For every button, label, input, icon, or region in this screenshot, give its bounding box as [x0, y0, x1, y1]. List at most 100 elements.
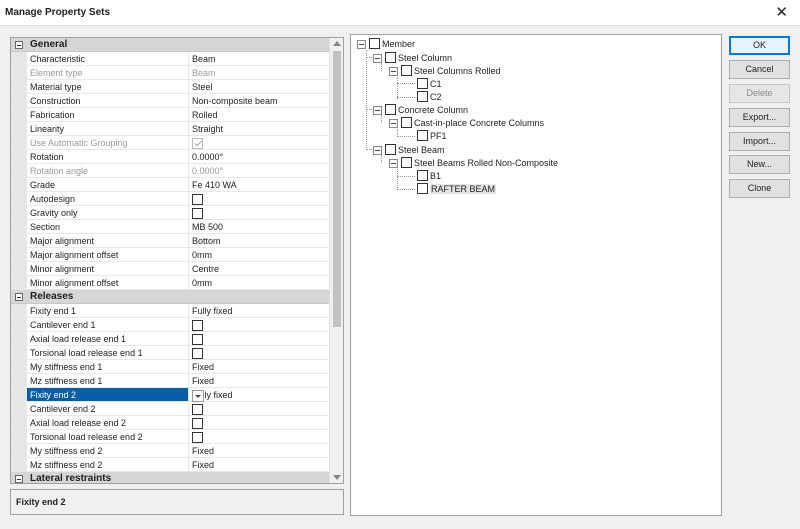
property-value[interactable] — [188, 332, 331, 345]
collapse-icon[interactable] — [15, 293, 23, 301]
scroll-thumb[interactable] — [333, 51, 341, 327]
property-value[interactable]: Steel — [188, 80, 331, 93]
property-row[interactable]: Cantilever end 2 — [11, 402, 331, 416]
property-row[interactable]: My stiffness end 1 Fixed — [11, 360, 331, 374]
property-row[interactable]: Torsional load release end 1 — [11, 346, 331, 360]
property-value[interactable] — [188, 346, 331, 359]
new-button[interactable]: New... — [729, 155, 790, 174]
export-button[interactable]: Export... — [729, 108, 790, 127]
property-value[interactable]: Straight — [188, 122, 331, 135]
property-row[interactable]: Linearity Straight — [11, 122, 331, 136]
scroll-up-icon[interactable] — [333, 41, 341, 46]
collapse-icon[interactable] — [389, 119, 398, 128]
property-row[interactable]: Minor alignment Centre — [11, 262, 331, 276]
property-value[interactable]: Fixed — [188, 374, 331, 387]
checkbox[interactable] — [417, 78, 428, 89]
property-row[interactable]: Characteristic Beam — [11, 52, 331, 66]
close-icon[interactable]: ✕ — [775, 3, 788, 21]
property-value[interactable]: Fixed — [188, 444, 331, 457]
property-value[interactable] — [188, 318, 331, 331]
property-value[interactable] — [188, 402, 331, 415]
collapse-icon[interactable] — [389, 67, 398, 76]
property-row[interactable]: Section MB 500 — [11, 220, 331, 234]
collapse-icon[interactable] — [373, 106, 382, 115]
property-row[interactable]: Autodesign — [11, 192, 331, 206]
torsional-release-end-1-checkbox[interactable] — [192, 348, 203, 359]
property-value[interactable]: Beam — [188, 52, 331, 65]
collapse-icon[interactable] — [357, 40, 366, 49]
checkbox[interactable] — [385, 52, 396, 63]
property-value[interactable]: MB 500 — [188, 220, 331, 233]
property-value[interactable] — [188, 430, 331, 443]
property-value[interactable]: 0mm — [188, 248, 331, 261]
property-row-selected[interactable]: Fixity end 2 Fully fixed — [11, 388, 331, 402]
property-row[interactable]: Grade Fe 410 WA — [11, 178, 331, 192]
collapse-icon[interactable] — [389, 159, 398, 168]
checkbox[interactable] — [417, 91, 428, 102]
collapse-icon[interactable] — [373, 54, 382, 63]
collapse-icon[interactable] — [15, 41, 23, 49]
property-row[interactable]: My stiffness end 2 Fixed — [11, 444, 331, 458]
property-value[interactable] — [188, 206, 331, 219]
collapse-icon[interactable] — [373, 146, 382, 155]
checkbox[interactable] — [385, 144, 396, 155]
clone-button[interactable]: Clone — [729, 179, 790, 198]
property-row[interactable]: Axial load release end 2 — [11, 416, 331, 430]
checkbox[interactable] — [401, 157, 412, 168]
property-value[interactable]: Bottom — [188, 234, 331, 247]
property-value[interactable]: Fe 410 WA — [188, 178, 331, 191]
cancel-button[interactable]: Cancel — [729, 60, 790, 79]
property-value[interactable]: Fixed — [188, 360, 331, 373]
import-button[interactable]: Import... — [729, 132, 790, 151]
checkbox[interactable] — [417, 170, 428, 181]
property-row[interactable]: Fabrication Rolled — [11, 108, 331, 122]
category-releases[interactable]: Releases — [11, 290, 331, 304]
property-row[interactable]: Rotation 0.0000° — [11, 150, 331, 164]
torsional-release-end-2-checkbox[interactable] — [192, 432, 203, 443]
cantilever-end-1-checkbox[interactable] — [192, 320, 203, 331]
property-value[interactable]: Rolled — [188, 108, 331, 121]
property-row[interactable]: Material type Steel — [11, 80, 331, 94]
property-row[interactable]: Major alignment Bottom — [11, 234, 331, 248]
axial-release-end-2-checkbox[interactable] — [192, 418, 203, 429]
property-set-tree: Member Steel Column Steel Columns Rolled… — [350, 34, 722, 516]
ok-button[interactable]: OK — [729, 36, 790, 55]
property-value[interactable]: Non-composite beam — [188, 94, 331, 107]
tree-connector — [397, 169, 398, 190]
checkbox[interactable] — [385, 104, 396, 115]
property-value[interactable]: 0mm — [188, 276, 331, 289]
autodesign-checkbox[interactable] — [192, 194, 203, 205]
checkbox[interactable] — [401, 117, 412, 128]
property-row: Element type Beam — [11, 66, 331, 80]
property-row[interactable]: Fixity end 1 Fully fixed — [11, 304, 331, 318]
checkbox[interactable] — [417, 130, 428, 141]
property-value[interactable]: Fully fixed — [188, 304, 331, 317]
property-row[interactable]: Cantilever end 1 — [11, 318, 331, 332]
checkbox[interactable] — [401, 65, 412, 76]
scroll-down-icon[interactable] — [333, 475, 341, 480]
collapse-icon[interactable] — [15, 475, 23, 483]
fixity-end-2-dropdown[interactable]: Fully fixed — [188, 388, 331, 402]
property-row[interactable]: Construction Non-composite beam — [11, 94, 331, 108]
vertical-scrollbar[interactable] — [329, 38, 343, 483]
property-value[interactable] — [188, 416, 331, 429]
axial-release-end-1-checkbox[interactable] — [192, 334, 203, 345]
property-value[interactable]: Centre — [188, 262, 331, 275]
property-row[interactable]: Mz stiffness end 2 Fixed — [11, 458, 331, 472]
property-row[interactable]: Gravity only — [11, 206, 331, 220]
chevron-down-icon[interactable] — [192, 390, 204, 402]
property-value[interactable]: 0.0000° — [188, 150, 331, 163]
property-row[interactable]: Minor alignment offset 0mm — [11, 276, 331, 290]
property-row[interactable]: Torsional load release end 2 — [11, 430, 331, 444]
property-row[interactable]: Axial load release end 1 — [11, 332, 331, 346]
category-lateral-restraints[interactable]: Lateral restraints — [11, 472, 331, 483]
property-row[interactable]: Mz stiffness end 1 Fixed — [11, 374, 331, 388]
gravity-only-checkbox[interactable] — [192, 208, 203, 219]
checkbox[interactable] — [417, 183, 428, 194]
checkbox[interactable] — [369, 38, 380, 49]
property-value[interactable] — [188, 192, 331, 205]
category-general[interactable]: General — [11, 38, 331, 52]
cantilever-end-2-checkbox[interactable] — [192, 404, 203, 415]
property-row[interactable]: Major alignment offset 0mm — [11, 248, 331, 262]
property-value[interactable]: Fixed — [188, 458, 331, 471]
